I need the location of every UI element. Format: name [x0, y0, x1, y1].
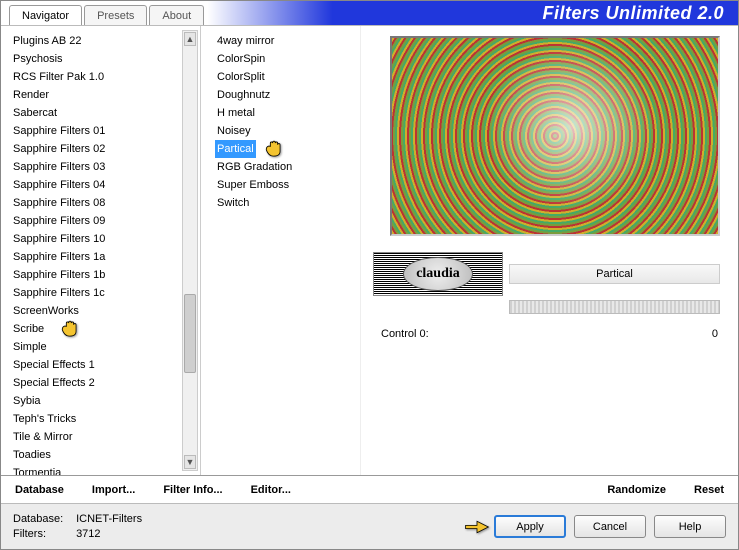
category-list[interactable]: Plugins AB 22PsychosisRCS Filter Pak 1.0…: [1, 26, 201, 475]
list-item[interactable]: Plugins AB 22: [11, 32, 84, 50]
author-logo: claudia: [373, 252, 503, 296]
list-item[interactable]: H metal: [215, 104, 257, 122]
database-button[interactable]: Database: [15, 484, 64, 496]
preview-image: [390, 36, 720, 236]
tab-navigator[interactable]: Navigator: [9, 5, 82, 25]
database-value: ICNET-Filters: [76, 513, 142, 525]
filter-list[interactable]: 4way mirrorColorSpinColorSplitDoughnutzH…: [201, 26, 361, 475]
list-item[interactable]: ScreenWorks: [11, 302, 81, 320]
cancel-button[interactable]: Cancel: [574, 515, 646, 538]
list-item[interactable]: Tormentia: [11, 464, 63, 475]
list-item[interactable]: Toadies: [11, 446, 53, 464]
list-item[interactable]: Special Effects 1: [11, 356, 97, 374]
status-info: Database: ICNET-Filters Filters: 3712: [13, 512, 142, 542]
database-label: Database:: [13, 512, 73, 527]
list-item[interactable]: Sapphire Filters 1b: [11, 266, 107, 284]
list-item[interactable]: Sapphire Filters 01: [11, 122, 107, 140]
list-item[interactable]: RGB Gradation: [215, 158, 294, 176]
help-button[interactable]: Help: [654, 515, 726, 538]
apply-button[interactable]: Apply: [494, 515, 566, 538]
filters-count-value: 3712: [76, 528, 100, 540]
scroll-up-icon[interactable]: ▲: [184, 32, 196, 46]
list-item[interactable]: Noisey: [215, 122, 253, 140]
list-item[interactable]: Render: [11, 86, 51, 104]
scrollbar-thumb[interactable]: [184, 294, 196, 373]
list-item[interactable]: Scribe: [11, 320, 46, 338]
list-item[interactable]: Sabercat: [11, 104, 59, 122]
list-item[interactable]: Special Effects 2: [11, 374, 97, 392]
list-item[interactable]: Teph's Tricks: [11, 410, 78, 428]
list-item[interactable]: Sapphire Filters 09: [11, 212, 107, 230]
list-item[interactable]: Sapphire Filters 02: [11, 140, 107, 158]
tab-bar: NavigatorPresetsAbout: [1, 5, 206, 25]
pointer-icon: [464, 517, 490, 537]
list-item[interactable]: Doughnutz: [215, 86, 272, 104]
list-item[interactable]: Sapphire Filters 04: [11, 176, 107, 194]
app-title: Filters Unlimited 2.0: [542, 3, 738, 24]
list-item[interactable]: Switch: [215, 194, 251, 212]
control-value: 0: [712, 328, 718, 340]
tab-presets[interactable]: Presets: [84, 5, 147, 25]
filter-info-button[interactable]: Filter Info...: [163, 484, 222, 496]
control-label: Control 0:: [381, 328, 429, 340]
list-item[interactable]: Super Emboss: [215, 176, 291, 194]
list-item[interactable]: Sapphire Filters 08: [11, 194, 107, 212]
pointer-icon: [59, 318, 85, 338]
slider-track[interactable]: [509, 300, 720, 314]
editor-button[interactable]: Editor...: [251, 484, 291, 496]
randomize-button[interactable]: Randomize: [607, 484, 666, 496]
list-item[interactable]: Sapphire Filters 03: [11, 158, 107, 176]
list-item[interactable]: Sybia: [11, 392, 43, 410]
filter-name-label: Partical: [509, 264, 720, 284]
right-panel: claudia Partical Control 0: 0: [361, 26, 738, 475]
list-item[interactable]: ColorSplit: [215, 68, 267, 86]
list-item[interactable]: 4way mirror: [215, 32, 276, 50]
list-item[interactable]: Sapphire Filters 1a: [11, 248, 107, 266]
list-item[interactable]: Simple: [11, 338, 49, 356]
list-item[interactable]: Tile & Mirror: [11, 428, 74, 446]
category-scrollbar[interactable]: ▲ ▼: [182, 30, 198, 471]
list-item[interactable]: RCS Filter Pak 1.0: [11, 68, 106, 86]
list-item[interactable]: Partical: [215, 140, 256, 158]
pointer-icon: [263, 138, 289, 158]
logo-text: claudia: [403, 257, 473, 291]
toolbar: Database Import... Filter Info... Editor…: [1, 475, 738, 503]
scroll-down-icon[interactable]: ▼: [184, 455, 196, 469]
list-item[interactable]: ColorSpin: [215, 50, 267, 68]
filters-count-label: Filters:: [13, 527, 73, 542]
list-item[interactable]: Sapphire Filters 1c: [11, 284, 107, 302]
import-button[interactable]: Import...: [92, 484, 135, 496]
reset-button[interactable]: Reset: [694, 484, 724, 496]
tab-about[interactable]: About: [149, 5, 204, 25]
list-item[interactable]: Psychosis: [11, 50, 65, 68]
list-item[interactable]: Sapphire Filters 10: [11, 230, 107, 248]
